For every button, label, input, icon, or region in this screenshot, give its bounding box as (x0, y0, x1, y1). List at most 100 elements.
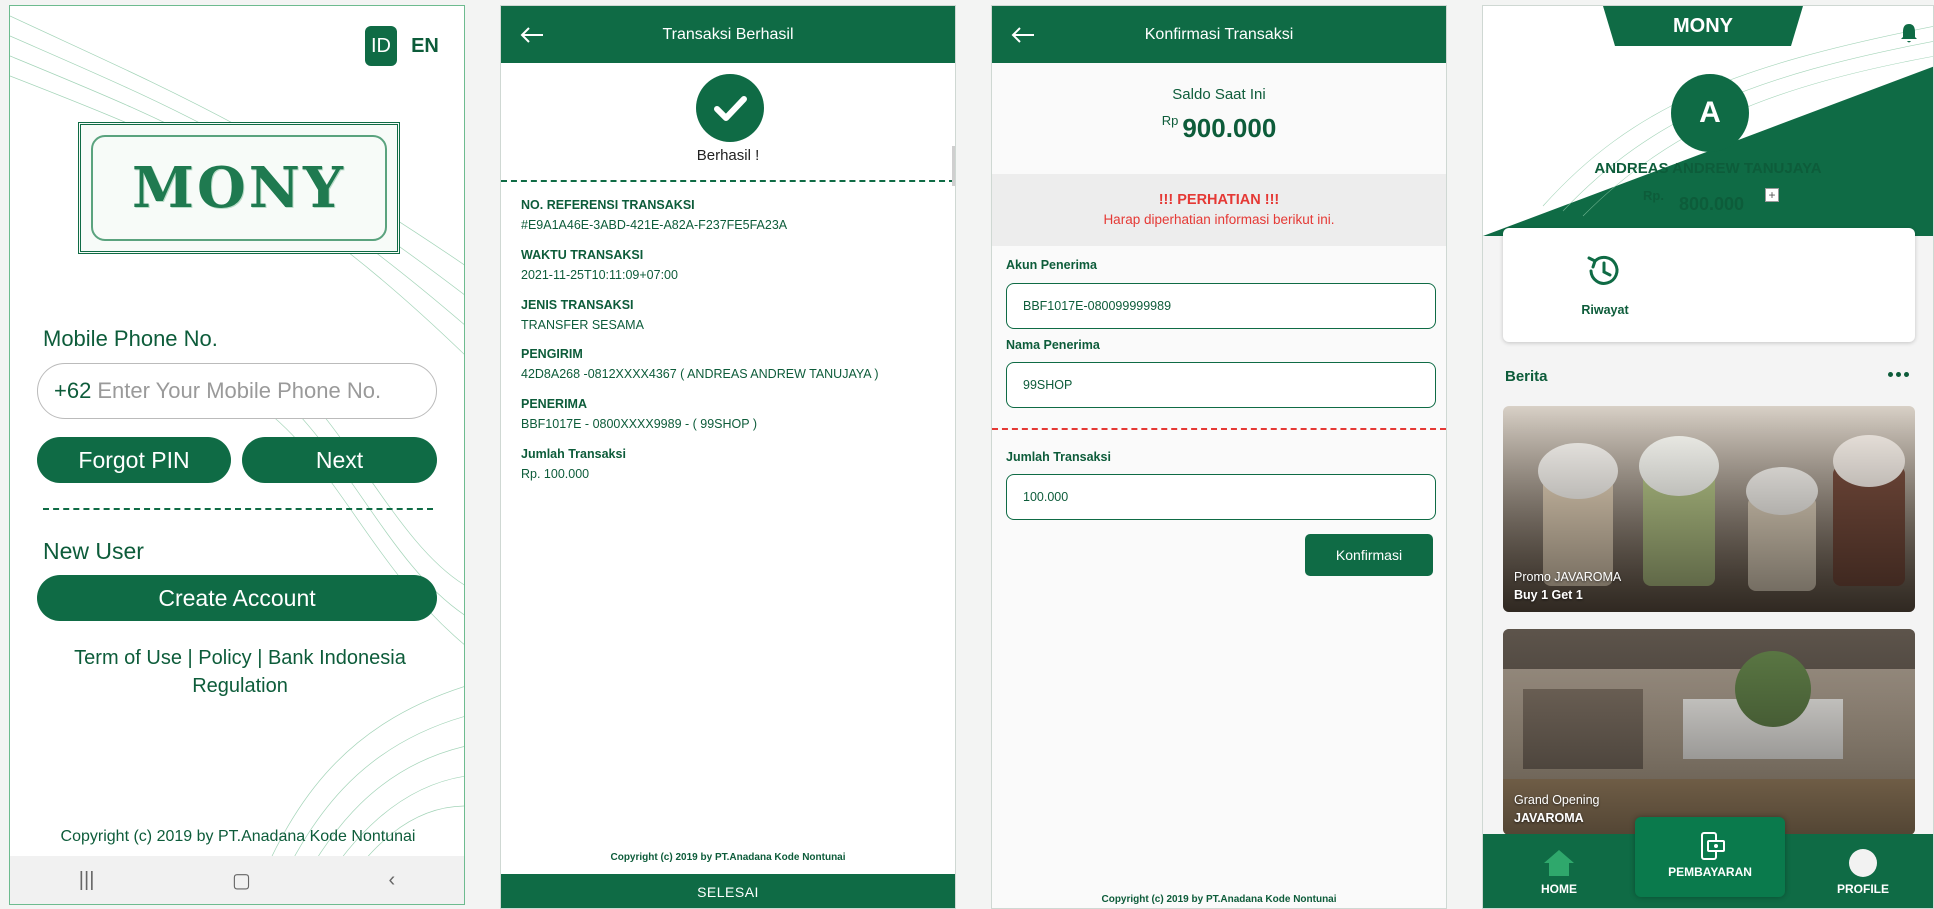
bell-icon[interactable] (1899, 22, 1919, 44)
field-sender: PENGIRIM 42D8A268 -0812XXXX4367 ( ANDREA… (521, 347, 879, 381)
currency-label: Rp (1161, 113, 1179, 128)
field-value: 42D8A268 -0812XXXX4367 ( ANDREAS ANDREW … (521, 367, 879, 381)
balance-amount: 900.000 (1182, 113, 1277, 143)
nav-payment-label: PEMBAYARAN (1668, 865, 1752, 879)
phone-input[interactable] (97, 378, 398, 404)
history-label[interactable]: Riwayat (1563, 303, 1647, 317)
field-label: NO. REFERENSI TRANSAKSI (521, 198, 695, 212)
app-screens: ID EN MONY Mobile Phone No. +62 Forgot P… (0, 0, 1934, 909)
nav-home-label: HOME (1541, 882, 1577, 896)
confirm-button[interactable]: Konfirmasi (1305, 534, 1433, 576)
copyright: Copyright (c) 2019 by PT.Anadana Kode No… (610, 852, 846, 863)
language-en-toggle[interactable]: EN (410, 26, 440, 66)
recipient-account-field[interactable]: BBF1017E-080099999989 (1006, 283, 1436, 329)
logo-text: MONY (132, 155, 346, 221)
divider (992, 428, 1446, 430)
currency-label: Rp. (1643, 188, 1664, 203)
login-screen: ID EN MONY Mobile Phone No. +62 Forgot P… (9, 5, 465, 905)
scrollbar[interactable] (952, 146, 955, 186)
news-line1: Grand Opening (1514, 793, 1600, 807)
nav-home[interactable]: HOME (1519, 834, 1599, 908)
nav-profile-label: PROFILE (1836, 882, 1889, 896)
language-id-toggle[interactable]: ID (365, 26, 397, 66)
home-icon[interactable]: ▢ (232, 868, 251, 893)
more-icon[interactable] (1888, 372, 1909, 377)
field-time: WAKTU TRANSAKSI 2021-11-25T10:11:09+07:0… (521, 248, 678, 282)
amount-field[interactable]: 100.000 (1006, 474, 1436, 520)
balance-label: Saldo Saat Ini (1172, 86, 1266, 103)
news-heading: Berita (1505, 368, 1548, 385)
top-bar: Transaksi Berhasil (501, 6, 955, 63)
payment-icon (1701, 832, 1725, 860)
field-amount: Jumlah Transaksi Rp. 100.000 (521, 447, 626, 481)
check-icon (696, 74, 764, 142)
legal-links-line2[interactable]: Regulation (50, 672, 430, 700)
balance-value: Rp 900.000 (992, 113, 1446, 144)
field-value: Rp. 100.000 (521, 467, 590, 481)
news-card[interactable]: Promo JAVAROMA Buy 1 Get 1 (1503, 406, 1915, 612)
news-line2: Buy 1 Get 1 (1514, 588, 1583, 602)
recipient-name-field[interactable]: 99SHOP (1006, 362, 1436, 408)
arrow-left-icon[interactable] (1008, 20, 1038, 50)
field-label: PENGIRIM (521, 347, 583, 361)
page-title: Konfirmasi Transaksi (1144, 25, 1294, 43)
field-label: WAKTU TRANSAKSI (521, 248, 644, 262)
avatar[interactable]: A (1671, 74, 1749, 152)
home-screen: MONY A ANDREAS ANDREW TANUJAYA Rp. 800.0… (1482, 5, 1934, 909)
news-line1: Promo JAVAROMA (1514, 570, 1622, 584)
field-recipient: PENERIMA BBF1017E - 0800XXXX9989 - ( 99S… (521, 397, 757, 431)
confirm-screen: Konfirmasi Transaksi Saldo Saat Ini Rp 90… (991, 5, 1447, 909)
news-caption: Promo JAVAROMA Buy 1 Get 1 (1514, 570, 1621, 602)
field-label: Jumlah Transaksi (521, 447, 626, 461)
new-user-label: New User (43, 538, 144, 564)
news-caption: Grand Opening JAVAROMA (1514, 793, 1599, 825)
history-icon[interactable] (1583, 250, 1625, 292)
next-button[interactable]: Next (242, 437, 437, 483)
top-bar: Konfirmasi Transaksi (992, 6, 1446, 63)
menu-card: Riwayat (1503, 228, 1915, 342)
field-label: JENIS TRANSAKSI (521, 298, 634, 312)
mony-logo: MONY (78, 122, 400, 254)
topup-button[interactable]: + (1765, 188, 1779, 202)
field-reference: NO. REFERENSI TRANSAKSI #E9A1A46E-3ABD-4… (521, 198, 787, 232)
recent-apps-icon[interactable]: ||| (79, 869, 95, 892)
forgot-pin-button[interactable]: Forgot PIN (37, 437, 231, 483)
profile-icon (1849, 849, 1877, 877)
back-icon[interactable]: ‹ (389, 869, 396, 892)
recipient-account-label: Akun Penerima (1006, 258, 1098, 272)
field-type: JENIS TRANSAKSI TRANSFER SESAMA (521, 298, 644, 332)
android-nav-bar: ||| ▢ ‹ (10, 856, 464, 904)
warning-box: !!! PERHATIAN !!! Harap diperhatian info… (992, 174, 1446, 246)
country-code: +62 (54, 378, 92, 403)
page-title: Transaksi Berhasil (662, 25, 794, 43)
field-value: 2021-11-25T10:11:09+07:00 (521, 268, 678, 282)
nav-payment[interactable]: PEMBAYARAN (1635, 817, 1785, 897)
success-screen: Transaksi Berhasil Berhasil ! NO. REFERE… (500, 5, 956, 909)
recipient-name-label: Nama Penerima (1006, 338, 1100, 352)
nav-profile[interactable]: PROFILE (1823, 834, 1903, 908)
divider (501, 180, 955, 182)
field-value: TRANSFER SESAMA (521, 318, 644, 332)
done-button[interactable]: SELESAI (501, 874, 955, 908)
legal-links-line1[interactable]: Term of Use | Policy | Bank Indonesia (50, 644, 430, 672)
field-value: #E9A1A46E-3ABD-421E-A82A-F237FE5FA23A (521, 218, 788, 232)
field-value: BBF1017E - 0800XXXX9989 - ( 99SHOP ) (521, 417, 758, 431)
house-icon (1544, 850, 1574, 876)
copyright: Copyright (c) 2019 by PT.Anadana Kode No… (1101, 894, 1337, 905)
amount-label: Jumlah Transaksi (1006, 450, 1111, 464)
news-card[interactable]: Grand Opening JAVAROMA (1503, 629, 1915, 835)
warning-text: Harap diperhatian informasi berikut ini. (1103, 212, 1335, 227)
divider (43, 508, 433, 510)
phone-label: Mobile Phone No. (43, 326, 218, 351)
legal-links[interactable]: Term of Use | Policy | Bank Indonesia Re… (50, 644, 430, 700)
warning-title: !!! PERHATIAN !!! (1158, 192, 1280, 208)
status-text: Berhasil ! (696, 147, 760, 164)
copyright: Copyright (c) 2019 by PT.Anadana Kode No… (60, 828, 416, 845)
arrow-left-icon[interactable] (517, 20, 547, 50)
balance-amount: 800.000 (1679, 194, 1745, 214)
brand-title: MONY (1603, 6, 1803, 46)
create-account-button[interactable]: Create Account (37, 575, 437, 621)
news-line2: JAVAROMA (1514, 811, 1584, 825)
phone-field[interactable]: +62 (37, 363, 437, 419)
user-name: ANDREAS ANDREW TANUJAYA (1594, 160, 1822, 177)
